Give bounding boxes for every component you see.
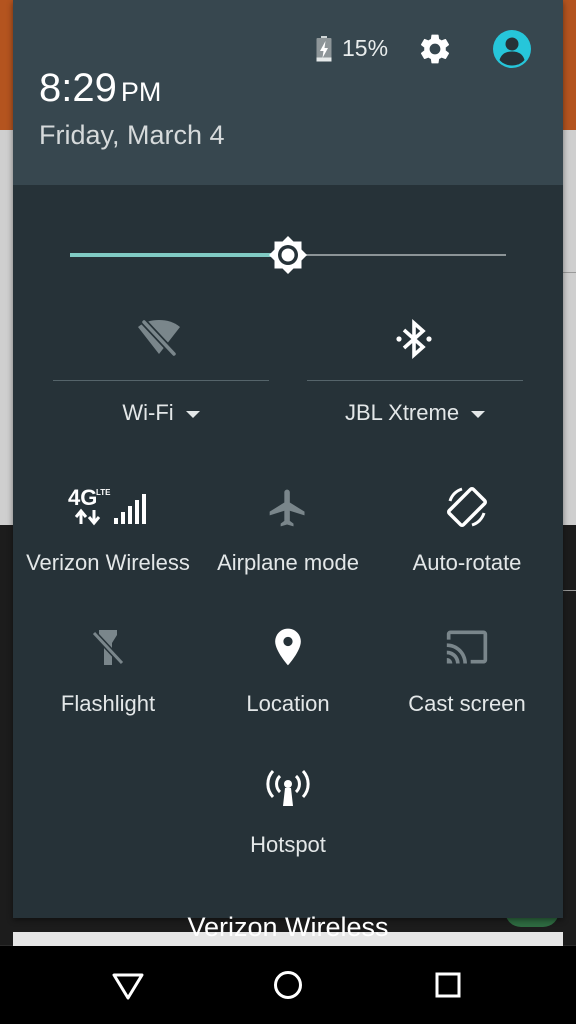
clock-time: 8:29 bbox=[39, 66, 117, 110]
home-icon[interactable] bbox=[271, 968, 305, 1002]
tile-location-label: Location bbox=[246, 691, 330, 716]
bluetooth-label[interactable]: JBL Xtreme bbox=[307, 400, 523, 426]
back-icon[interactable] bbox=[111, 968, 145, 1002]
tile-hotspot-label: Hotspot bbox=[250, 832, 326, 857]
tile-cellular[interactable]: 4G LTE Verizon Wireless bbox=[17, 484, 199, 594]
shade-header: 15% 8:29 PM Friday, March 4 bbox=[13, 0, 563, 185]
airplane-icon bbox=[269, 489, 305, 527]
bluetooth-dropdown-caret-icon bbox=[471, 410, 486, 418]
wifi-label[interactable]: Wi-Fi bbox=[53, 400, 269, 426]
clock[interactable]: 8:29 PM bbox=[39, 66, 161, 111]
auto-rotate-icon bbox=[446, 486, 488, 528]
tile-auto-rotate-label: Auto-rotate bbox=[412, 550, 522, 575]
settings-gear-icon[interactable] bbox=[417, 31, 453, 67]
tile-cast-screen[interactable]: Cast screen bbox=[376, 625, 558, 735]
recents-icon[interactable] bbox=[431, 968, 465, 1002]
background-divider bbox=[563, 590, 576, 591]
tile-cellular-label: Verizon Wireless bbox=[26, 550, 190, 575]
user-avatar-icon[interactable] bbox=[492, 29, 532, 69]
date-label[interactable]: Friday, March 4 bbox=[39, 120, 225, 151]
wifi-off-icon[interactable] bbox=[135, 314, 183, 362]
lockscreen-carrier-label: Verizon Wireless bbox=[187, 912, 389, 942]
cellular-4g-lte-icon: 4G LTE bbox=[68, 485, 146, 526]
tile-hotspot[interactable]: Hotspot bbox=[197, 766, 379, 876]
background-divider bbox=[563, 272, 576, 273]
wifi-label-text: Wi-Fi bbox=[122, 400, 174, 425]
hotspot-icon bbox=[266, 769, 310, 806]
wifi-divider bbox=[53, 380, 269, 381]
notification-shade: 15% 8:29 PM Friday, March 4 Wi-Fi JBL Xt… bbox=[13, 0, 563, 918]
network-subtype-text: LTE bbox=[96, 488, 111, 497]
location-pin-icon bbox=[275, 628, 301, 666]
tile-cast-label: Cast screen bbox=[408, 691, 526, 716]
tile-location[interactable]: Location bbox=[197, 625, 379, 735]
tile-flashlight[interactable]: Flashlight bbox=[17, 625, 199, 735]
bluetooth-divider bbox=[307, 380, 523, 381]
navigation-bar bbox=[0, 946, 576, 1024]
bluetooth-connected-icon[interactable] bbox=[390, 315, 438, 363]
tile-flashlight-label: Flashlight bbox=[60, 691, 156, 716]
battery-charging-icon bbox=[316, 36, 332, 62]
battery-percent: 15% bbox=[342, 35, 389, 61]
network-type-text: 4G bbox=[68, 485, 97, 510]
bluetooth-label-text: JBL Xtreme bbox=[344, 400, 460, 425]
tile-airplane-label: Airplane mode bbox=[217, 550, 359, 575]
brightness-slider-fill bbox=[70, 253, 288, 257]
cast-icon bbox=[446, 630, 488, 664]
tile-airplane-mode[interactable]: Airplane mode bbox=[197, 484, 379, 594]
clock-ampm: PM bbox=[120, 77, 162, 107]
brightness-thumb-icon[interactable] bbox=[267, 234, 309, 276]
flashlight-off-icon bbox=[91, 630, 125, 666]
tile-auto-rotate[interactable]: Auto-rotate bbox=[376, 484, 558, 594]
wifi-dropdown-caret-icon bbox=[185, 410, 200, 418]
